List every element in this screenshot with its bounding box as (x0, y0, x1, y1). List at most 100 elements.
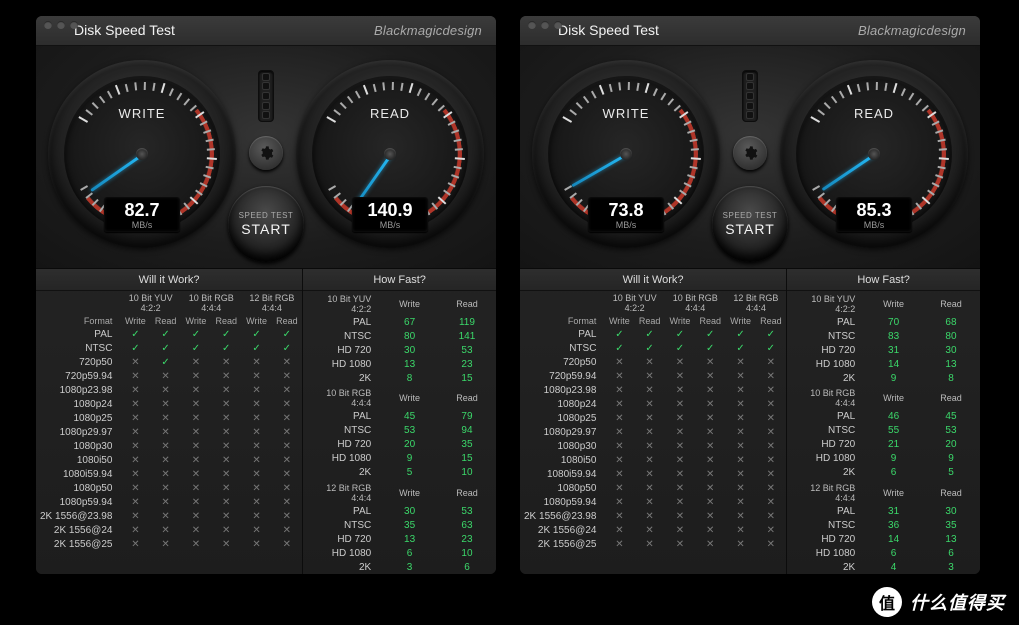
start-label: START (725, 221, 775, 237)
table-row: NTSC✓✓✓✓✓✓ (520, 341, 786, 355)
x-icon: ✕ (131, 469, 139, 480)
x-icon: ✕ (161, 511, 169, 522)
x-icon: ✕ (252, 539, 260, 550)
x-icon: ✕ (161, 385, 169, 396)
x-icon: ✕ (252, 357, 260, 368)
window-controls[interactable] (44, 21, 78, 29)
check-icon: ✓ (283, 329, 291, 340)
check-icon: ✓ (192, 343, 200, 354)
will-it-work-heading: Will it Work? (36, 269, 302, 291)
x-icon: ✕ (252, 413, 260, 424)
x-icon: ✕ (706, 399, 714, 410)
gauge-label: WRITE (48, 106, 236, 121)
write-gauge: WRITE 73.8 MB/s (532, 60, 720, 248)
x-icon: ✕ (615, 483, 623, 494)
table-row: 1080p30✕✕✕✕✕✕ (520, 439, 786, 453)
how-fast-heading: How Fast? (787, 269, 980, 291)
table-row: 1080i50✕✕✕✕✕✕ (520, 453, 786, 467)
read-gauge: READ 140.9 MB/s (296, 60, 484, 248)
start-button[interactable]: SPEED TEST START (712, 186, 788, 262)
x-icon: ✕ (615, 497, 623, 508)
table-row: 1080i50✕✕✕✕✕✕ (36, 453, 302, 467)
x-icon: ✕ (645, 441, 653, 452)
x-icon: ✕ (131, 525, 139, 536)
table-row: 2K65 (787, 466, 980, 480)
x-icon: ✕ (767, 469, 775, 480)
x-icon: ✕ (676, 469, 684, 480)
gauge-readout: 73.8 MB/s (588, 197, 664, 232)
settings-button[interactable] (733, 136, 767, 170)
check-icon: ✓ (615, 329, 623, 340)
x-icon: ✕ (676, 399, 684, 410)
x-icon: ✕ (131, 483, 139, 494)
x-icon: ✕ (615, 469, 623, 480)
x-icon: ✕ (767, 511, 775, 522)
table-row: PAL7068 (787, 315, 980, 329)
x-icon: ✕ (676, 539, 684, 550)
check-icon: ✓ (161, 329, 169, 340)
x-icon: ✕ (706, 469, 714, 480)
x-icon: ✕ (131, 539, 139, 550)
gauge-readout: 85.3 MB/s (836, 197, 912, 232)
table-row: PAL4579 (303, 410, 496, 424)
table-row: HD 7201323 (303, 532, 496, 546)
table-row: NTSC5553 (787, 424, 980, 438)
x-icon: ✕ (131, 413, 139, 424)
window-header: Disk Speed Test Blackmagicdesign (520, 16, 980, 46)
start-button[interactable]: SPEED TEST START (228, 186, 304, 262)
check-icon: ✓ (706, 329, 714, 340)
x-icon: ✕ (767, 483, 775, 494)
settings-button[interactable] (249, 136, 283, 170)
x-icon: ✕ (283, 525, 291, 536)
gauge-unit: MB/s (352, 220, 428, 230)
x-icon: ✕ (736, 399, 744, 410)
disk-speed-panel: Disk Speed Test Blackmagicdesign WRITE 8… (36, 16, 496, 574)
check-icon: ✓ (161, 357, 169, 368)
x-icon: ✕ (222, 497, 230, 508)
x-icon: ✕ (131, 497, 139, 508)
table-row: 2K 1556@25✕✕✕✕✕✕ (36, 537, 302, 551)
table-row: HD 7201413 (787, 532, 980, 546)
x-icon: ✕ (645, 399, 653, 410)
table-row: 2K98 (787, 371, 980, 385)
window-title: Disk Speed Test (74, 22, 175, 38)
table-row: 1080p25✕✕✕✕✕✕ (36, 411, 302, 425)
x-icon: ✕ (161, 539, 169, 550)
x-icon: ✕ (192, 511, 200, 522)
x-icon: ✕ (615, 441, 623, 452)
check-icon: ✓ (736, 343, 744, 354)
x-icon: ✕ (192, 539, 200, 550)
x-icon: ✕ (283, 371, 291, 382)
window-header: Disk Speed Test Blackmagicdesign (36, 16, 496, 46)
x-icon: ✕ (706, 441, 714, 452)
x-icon: ✕ (767, 427, 775, 438)
read-gauge: READ 85.3 MB/s (780, 60, 968, 248)
x-icon: ✕ (706, 455, 714, 466)
x-icon: ✕ (645, 525, 653, 536)
window-controls[interactable] (528, 21, 562, 29)
x-icon: ✕ (736, 427, 744, 438)
x-icon: ✕ (736, 385, 744, 396)
x-icon: ✕ (645, 511, 653, 522)
x-icon: ✕ (252, 525, 260, 536)
x-icon: ✕ (222, 511, 230, 522)
x-icon: ✕ (283, 385, 291, 396)
x-icon: ✕ (706, 371, 714, 382)
brand-label: Blackmagicdesign (374, 23, 482, 38)
table-row: 1080p29.97✕✕✕✕✕✕ (520, 425, 786, 439)
gauge-value: 140.9 (352, 201, 428, 219)
table-row: HD 7202120 (787, 438, 980, 452)
how-fast-table: 10 Bit YUV 4:2:2WriteReadPAL67119NTSC801… (303, 291, 496, 575)
x-icon: ✕ (736, 497, 744, 508)
x-icon: ✕ (676, 441, 684, 452)
stress-indicator (742, 70, 758, 122)
table-row: 2K 1556@24✕✕✕✕✕✕ (36, 523, 302, 537)
table-row: 2K 1556@25✕✕✕✕✕✕ (520, 537, 786, 551)
gauge-value: 85.3 (836, 201, 912, 219)
gauge-readout: 82.7 MB/s (104, 197, 180, 232)
watermark: 值 什么值得买 (872, 587, 1005, 617)
disk-speed-panel: Disk Speed Test Blackmagicdesign WRITE 7… (520, 16, 980, 574)
x-icon: ✕ (131, 455, 139, 466)
x-icon: ✕ (283, 413, 291, 424)
x-icon: ✕ (676, 483, 684, 494)
